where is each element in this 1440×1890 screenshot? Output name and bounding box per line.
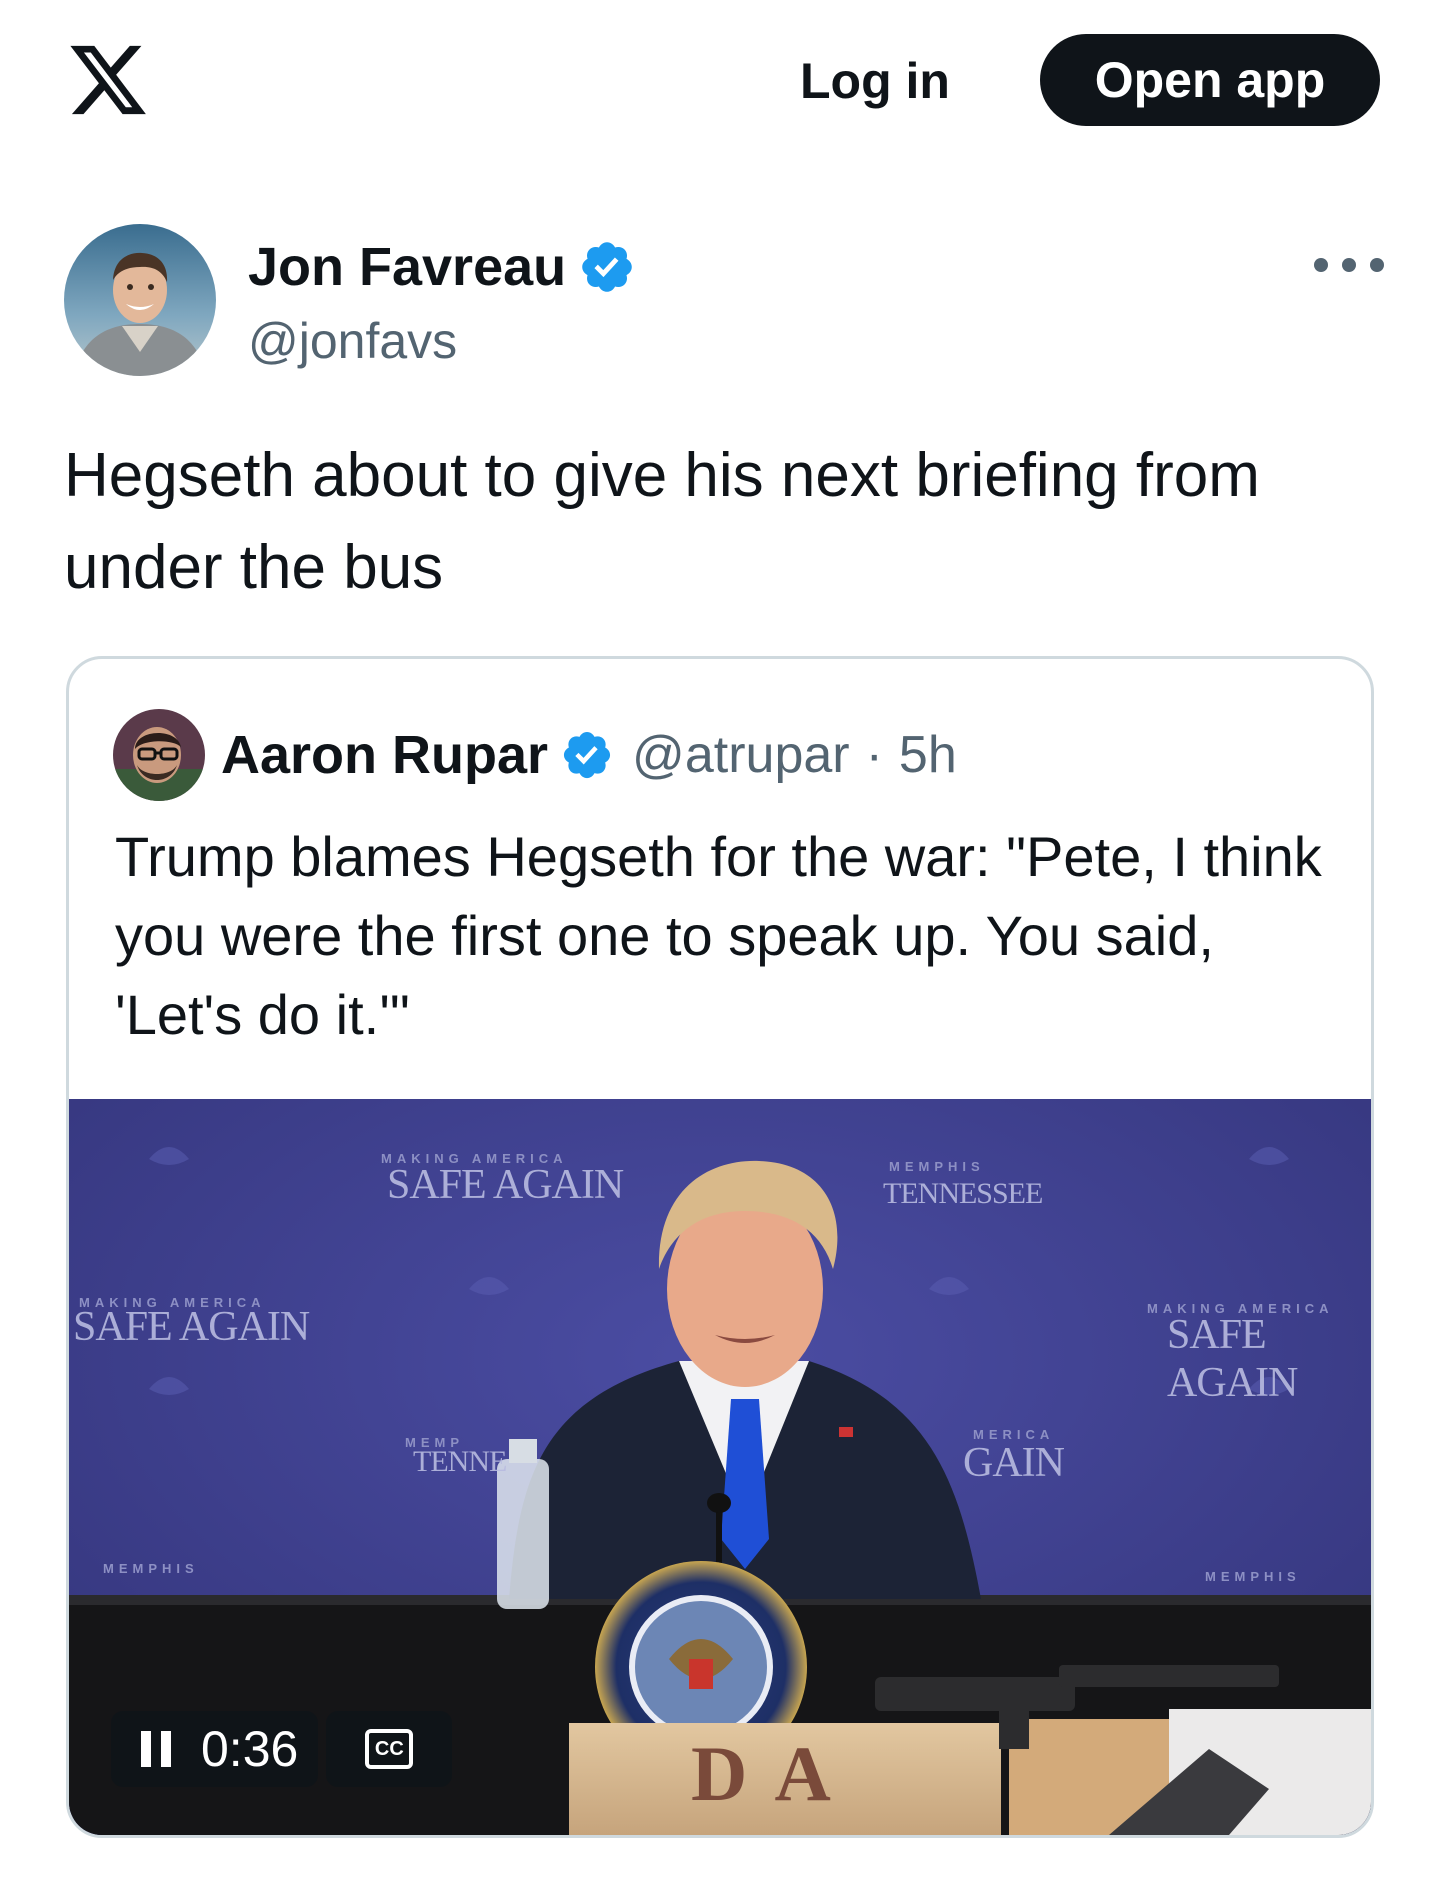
more-options-icon[interactable] [1314, 250, 1384, 280]
quoted-post-time[interactable]: 5h [899, 725, 957, 785]
pause-icon[interactable] [141, 1731, 171, 1767]
quoted-verified-badge-icon [563, 731, 611, 779]
quoted-author-handle[interactable]: @atrupar [632, 725, 850, 785]
backdrop-safe-again-3: SAFE AGAIN [1167, 1312, 1298, 1406]
author-name-row[interactable]: Jon Favreau [248, 236, 636, 298]
backdrop-memphis-3: MEMPHIS [1205, 1569, 1301, 1584]
x-logo-icon[interactable] [66, 38, 150, 122]
video-player[interactable]: MAKING AMERICA SAFE AGAIN MEMPHIS TENNES… [69, 1099, 1371, 1835]
top-bar: Log in Open app [0, 0, 1440, 160]
box-lettering: D A [691, 1730, 837, 1817]
dot-separator: · [865, 726, 883, 784]
quoted-author-name[interactable]: Aaron Rupar [221, 724, 548, 786]
author-handle[interactable]: @jonfavs [248, 312, 457, 370]
video-controls: 0:36 CC [111, 1711, 453, 1787]
captions-button[interactable]: CC [326, 1711, 453, 1787]
author-name[interactable]: Jon Favreau [248, 236, 566, 298]
open-app-button[interactable]: Open app [1040, 34, 1380, 126]
video-elapsed-time: 0:36 [201, 1721, 299, 1777]
backdrop-tenne-partial: TENNE [413, 1445, 507, 1478]
verified-badge-icon [582, 242, 632, 292]
backdrop-memphis-1: MEMPHIS [889, 1159, 985, 1174]
cc-icon[interactable]: CC [365, 1729, 414, 1769]
backdrop-memphis-2: MEMPHIS [103, 1561, 199, 1576]
quoted-post-text: Trump blames Hegseth for the war: "Pete,… [115, 825, 1322, 1046]
quoted-post[interactable]: Aaron Rupar @atrupar · 5h Trump blames H… [66, 656, 1374, 1838]
backdrop-tennessee-1: TENNESSEE [883, 1177, 1043, 1210]
quoted-author-avatar[interactable] [113, 709, 205, 801]
play-pause-control[interactable]: 0:36 [111, 1711, 319, 1787]
login-button[interactable]: Log in [800, 44, 950, 118]
author-avatar[interactable] [64, 224, 216, 376]
quoted-post-header: Aaron Rupar @atrupar · 5h [113, 709, 957, 801]
backdrop-gain-partial: GAIN [963, 1440, 1065, 1486]
post-author: Jon Favreau @jonfavs [64, 224, 1384, 384]
backdrop-safe-again-2: SAFE AGAIN [73, 1304, 310, 1350]
backdrop-safe-again-1: SAFE AGAIN [387, 1162, 624, 1208]
post-text: Hegseth about to give his next briefing … [64, 441, 1260, 602]
